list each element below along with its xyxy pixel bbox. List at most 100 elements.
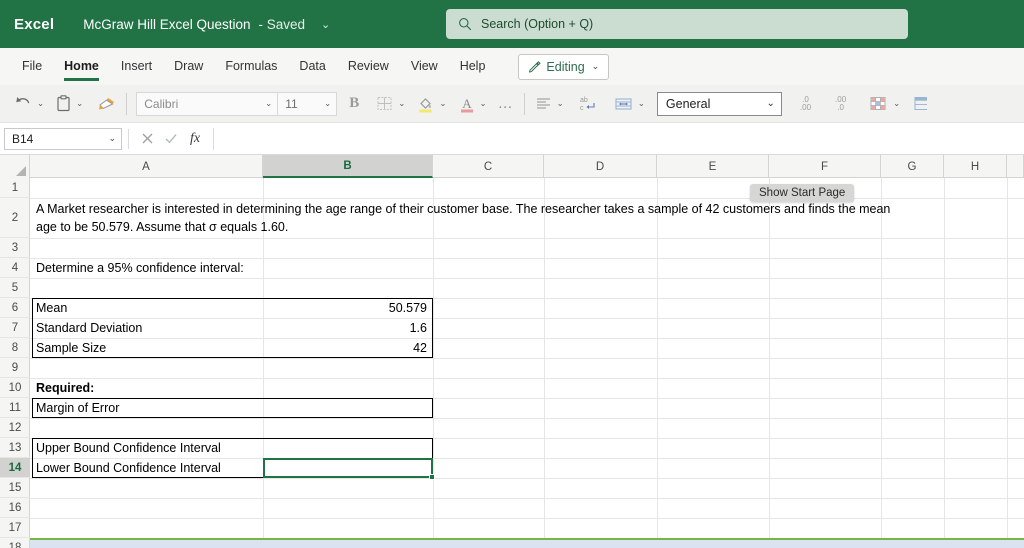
row-header-1[interactable]: 1 <box>0 178 30 198</box>
column-header-a[interactable]: A <box>30 155 263 178</box>
row-header-7[interactable]: 7 <box>0 318 30 338</box>
row-header-18[interactable]: 18 <box>0 538 30 548</box>
cell-a4[interactable]: Determine a 95% confidence interval: <box>33 258 263 278</box>
gridline-h-4 <box>30 278 1024 279</box>
cells-area[interactable]: A Market researcher is interested in det… <box>30 178 1024 548</box>
document-title[interactable]: McGraw Hill Excel Question <box>83 17 250 32</box>
tab-insert[interactable]: Insert <box>121 49 152 85</box>
column-header-c[interactable]: C <box>433 155 544 178</box>
row-header-9[interactable]: 9 <box>0 358 30 378</box>
insert-function-button[interactable]: fx <box>183 131 207 147</box>
row-header-6[interactable]: 6 <box>0 298 30 318</box>
fill-color-button[interactable] <box>414 90 437 118</box>
column-header-f[interactable]: F <box>769 155 881 178</box>
fill-handle[interactable] <box>429 474 435 480</box>
column-header-b[interactable]: B <box>263 155 433 178</box>
editing-mode-button[interactable]: Editing ⌄ <box>518 53 610 80</box>
number-format-select[interactable]: General ⌄ <box>656 91 782 116</box>
font-color-icon: A <box>460 96 473 112</box>
font-size-value: 11 <box>285 96 298 111</box>
fill-color-icon <box>419 97 432 112</box>
font-color-dropdown-chevron-down-icon[interactable]: ⌄ <box>480 98 487 109</box>
row-header-13[interactable]: 13 <box>0 438 30 458</box>
column-header-i[interactable] <box>1007 155 1024 178</box>
align-dropdown-chevron-down-icon[interactable]: ⌄ <box>557 98 564 109</box>
row-header-8[interactable]: 8 <box>0 338 30 358</box>
paste-button[interactable] <box>53 90 74 118</box>
row-header-15[interactable]: 15 <box>0 478 30 498</box>
cell-a14[interactable]: Lower Bound Confidence Interval <box>33 458 263 478</box>
paste-dropdown-chevron-down-icon[interactable]: ⌄ <box>76 98 83 109</box>
select-all-button[interactable] <box>0 155 30 178</box>
fill-color-dropdown-chevron-down-icon[interactable]: ⌄ <box>439 98 446 109</box>
font-size-select[interactable]: 11 ⌄ <box>278 93 336 115</box>
column-header-e[interactable]: E <box>657 155 769 178</box>
title-separator: - <box>258 16 264 32</box>
search-input[interactable]: Search (Option + Q) <box>446 9 908 39</box>
row-header-3[interactable]: 3 <box>0 238 30 258</box>
format-as-table-button[interactable] <box>910 90 930 118</box>
row-header-11[interactable]: 11 <box>0 398 30 418</box>
name-box[interactable]: B14 ⌄ <box>4 127 122 150</box>
cell-a13[interactable]: Upper Bound Confidence Interval <box>33 438 263 458</box>
decrease-decimal-button[interactable]: .0 .00 <box>796 95 815 112</box>
gridline-h-14 <box>30 478 1024 479</box>
chevron-down-icon: ⌄ <box>766 98 775 109</box>
row-header-5[interactable]: 5 <box>0 278 30 298</box>
merge-cells-button[interactable] <box>611 90 636 118</box>
font-color-button[interactable]: A <box>456 90 478 118</box>
row-header-4[interactable]: 4 <box>0 258 30 278</box>
column-header-d[interactable]: D <box>544 155 657 178</box>
undo-button[interactable] <box>10 90 35 118</box>
tab-home[interactable]: Home <box>64 49 99 85</box>
cancel-entry-button[interactable] <box>135 132 159 145</box>
tab-review[interactable]: Review <box>348 49 389 85</box>
cell-a2[interactable]: A Market researcher is interested in det… <box>33 198 899 238</box>
borders-button[interactable] <box>373 90 396 118</box>
row-header-10[interactable]: 10 <box>0 378 30 398</box>
format-painter-icon <box>99 98 115 110</box>
cell-a10[interactable]: Required: <box>33 378 263 398</box>
column-header-h[interactable]: H <box>944 155 1007 178</box>
cell-a8[interactable]: Sample Size <box>33 338 263 358</box>
format-painter-button[interactable] <box>94 90 119 118</box>
formula-input[interactable] <box>213 127 1024 150</box>
font-name-select[interactable]: Calibri ⌄ <box>137 93 277 115</box>
conditional-formatting-dropdown-chevron-down-icon[interactable]: ⌄ <box>893 98 900 109</box>
cell-a7[interactable]: Standard Deviation <box>33 318 263 338</box>
row-header-17[interactable]: 17 <box>0 518 30 538</box>
tab-file[interactable]: File <box>22 49 42 85</box>
row-header-12[interactable]: 12 <box>0 418 30 438</box>
row-header-14[interactable]: 14 <box>0 458 30 478</box>
gridline-h-2 <box>30 238 1024 239</box>
cell-a6[interactable]: Mean <box>33 298 263 318</box>
borders-dropdown-chevron-down-icon[interactable]: ⌄ <box>398 98 405 109</box>
increase-decimal-button[interactable]: .00 .0 <box>831 95 850 112</box>
merge-dropdown-chevron-down-icon[interactable]: ⌄ <box>638 98 645 109</box>
align-button[interactable] <box>532 90 555 118</box>
tab-data[interactable]: Data <box>299 49 325 85</box>
tab-formulas[interactable]: Formulas <box>225 49 277 85</box>
cell-b7[interactable]: 1.6 <box>263 318 430 338</box>
undo-dropdown-chevron-down-icon[interactable]: ⌄ <box>37 98 44 109</box>
more-font-options-button[interactable]: … <box>495 90 517 118</box>
svg-text:A: A <box>462 96 472 111</box>
close-icon <box>142 133 152 144</box>
column-header-g[interactable]: G <box>881 155 944 178</box>
conditional-formatting-button[interactable] <box>866 90 891 118</box>
tab-help[interactable]: Help <box>460 49 486 85</box>
gridline-h-8 <box>30 358 1024 359</box>
bold-button[interactable]: B <box>349 95 359 112</box>
row-header-16[interactable]: 16 <box>0 498 30 518</box>
chevron-down-icon: ⌄ <box>591 61 600 71</box>
cell-b6[interactable]: 50.579 <box>263 298 430 318</box>
tab-view[interactable]: View <box>411 49 438 85</box>
chevron-down-icon[interactable]: ⌄ <box>321 18 330 31</box>
cell-b8[interactable]: 42 <box>263 338 430 358</box>
tab-draw[interactable]: Draw <box>174 49 203 85</box>
wrap-text-button[interactable]: ab c <box>575 90 600 118</box>
cell-a11[interactable]: Margin of Error <box>33 398 263 418</box>
checkmark-icon <box>165 134 177 144</box>
confirm-entry-button[interactable] <box>159 132 183 145</box>
row-header-2[interactable]: 2 <box>0 198 30 238</box>
